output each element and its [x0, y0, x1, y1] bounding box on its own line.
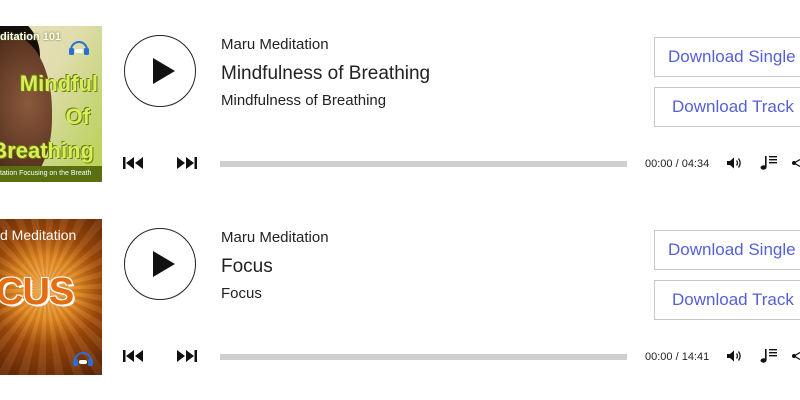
- volume-icon[interactable]: [726, 156, 744, 170]
- headphones-logo-icon: [69, 41, 89, 55]
- volume-icon[interactable]: [726, 349, 744, 363]
- seek-bar[interactable]: [220, 161, 627, 167]
- play-icon: [153, 251, 175, 277]
- download-single-button[interactable]: Download Single: [654, 37, 800, 77]
- download-single-button[interactable]: Download Single: [654, 230, 800, 270]
- skip-next-icon[interactable]: [176, 349, 198, 363]
- share-icon[interactable]: [792, 156, 800, 170]
- headphones-logo-icon: [73, 352, 93, 366]
- cover-title-line: Of: [65, 104, 90, 129]
- playlist-icon[interactable]: [760, 154, 778, 171]
- skip-previous-icon[interactable]: [123, 349, 145, 363]
- album-cover-image: ditation 101 Mindful Of Breathing tation…: [0, 26, 102, 182]
- cover-series-text: d Meditation: [0, 227, 77, 243]
- play-button[interactable]: [124, 228, 196, 300]
- skip-next-icon[interactable]: [176, 156, 198, 170]
- cover-subtitle: tation Focusing on the Breath: [0, 166, 102, 182]
- share-icon[interactable]: [792, 349, 800, 363]
- playlist-icon[interactable]: [760, 347, 778, 364]
- album-cover-image: d Meditation CUS: [0, 219, 102, 375]
- cover-title-line: Breathing: [0, 138, 94, 163]
- cover-title-line: Mindful: [19, 71, 98, 96]
- audio-track-2: d Meditation CUS Maru Meditation Focus F…: [0, 211, 800, 381]
- play-icon: [153, 58, 175, 84]
- time-display: 00:00 / 04:34: [645, 158, 710, 170]
- play-button[interactable]: [124, 35, 196, 107]
- track-artist: Maru Meditation: [221, 229, 329, 246]
- download-track-button[interactable]: Download Track: [654, 280, 800, 320]
- time-display: 00:00 / 14:41: [645, 351, 710, 363]
- track-title: Mindfulness of Breathing: [221, 63, 431, 84]
- skip-previous-icon[interactable]: [123, 156, 145, 170]
- track-album: Mindfulness of Breathing: [221, 92, 387, 109]
- track-title: Focus: [221, 256, 273, 277]
- audio-track-1: ditation 101 Mindful Of Breathing tation…: [0, 18, 800, 188]
- track-album: Focus: [221, 285, 262, 302]
- download-track-button[interactable]: Download Track: [654, 87, 800, 127]
- cover-series-text: ditation 101: [0, 31, 62, 43]
- track-artist: Maru Meditation: [221, 36, 329, 53]
- seek-bar[interactable]: [220, 354, 627, 360]
- cover-title-text: CUS: [0, 271, 74, 313]
